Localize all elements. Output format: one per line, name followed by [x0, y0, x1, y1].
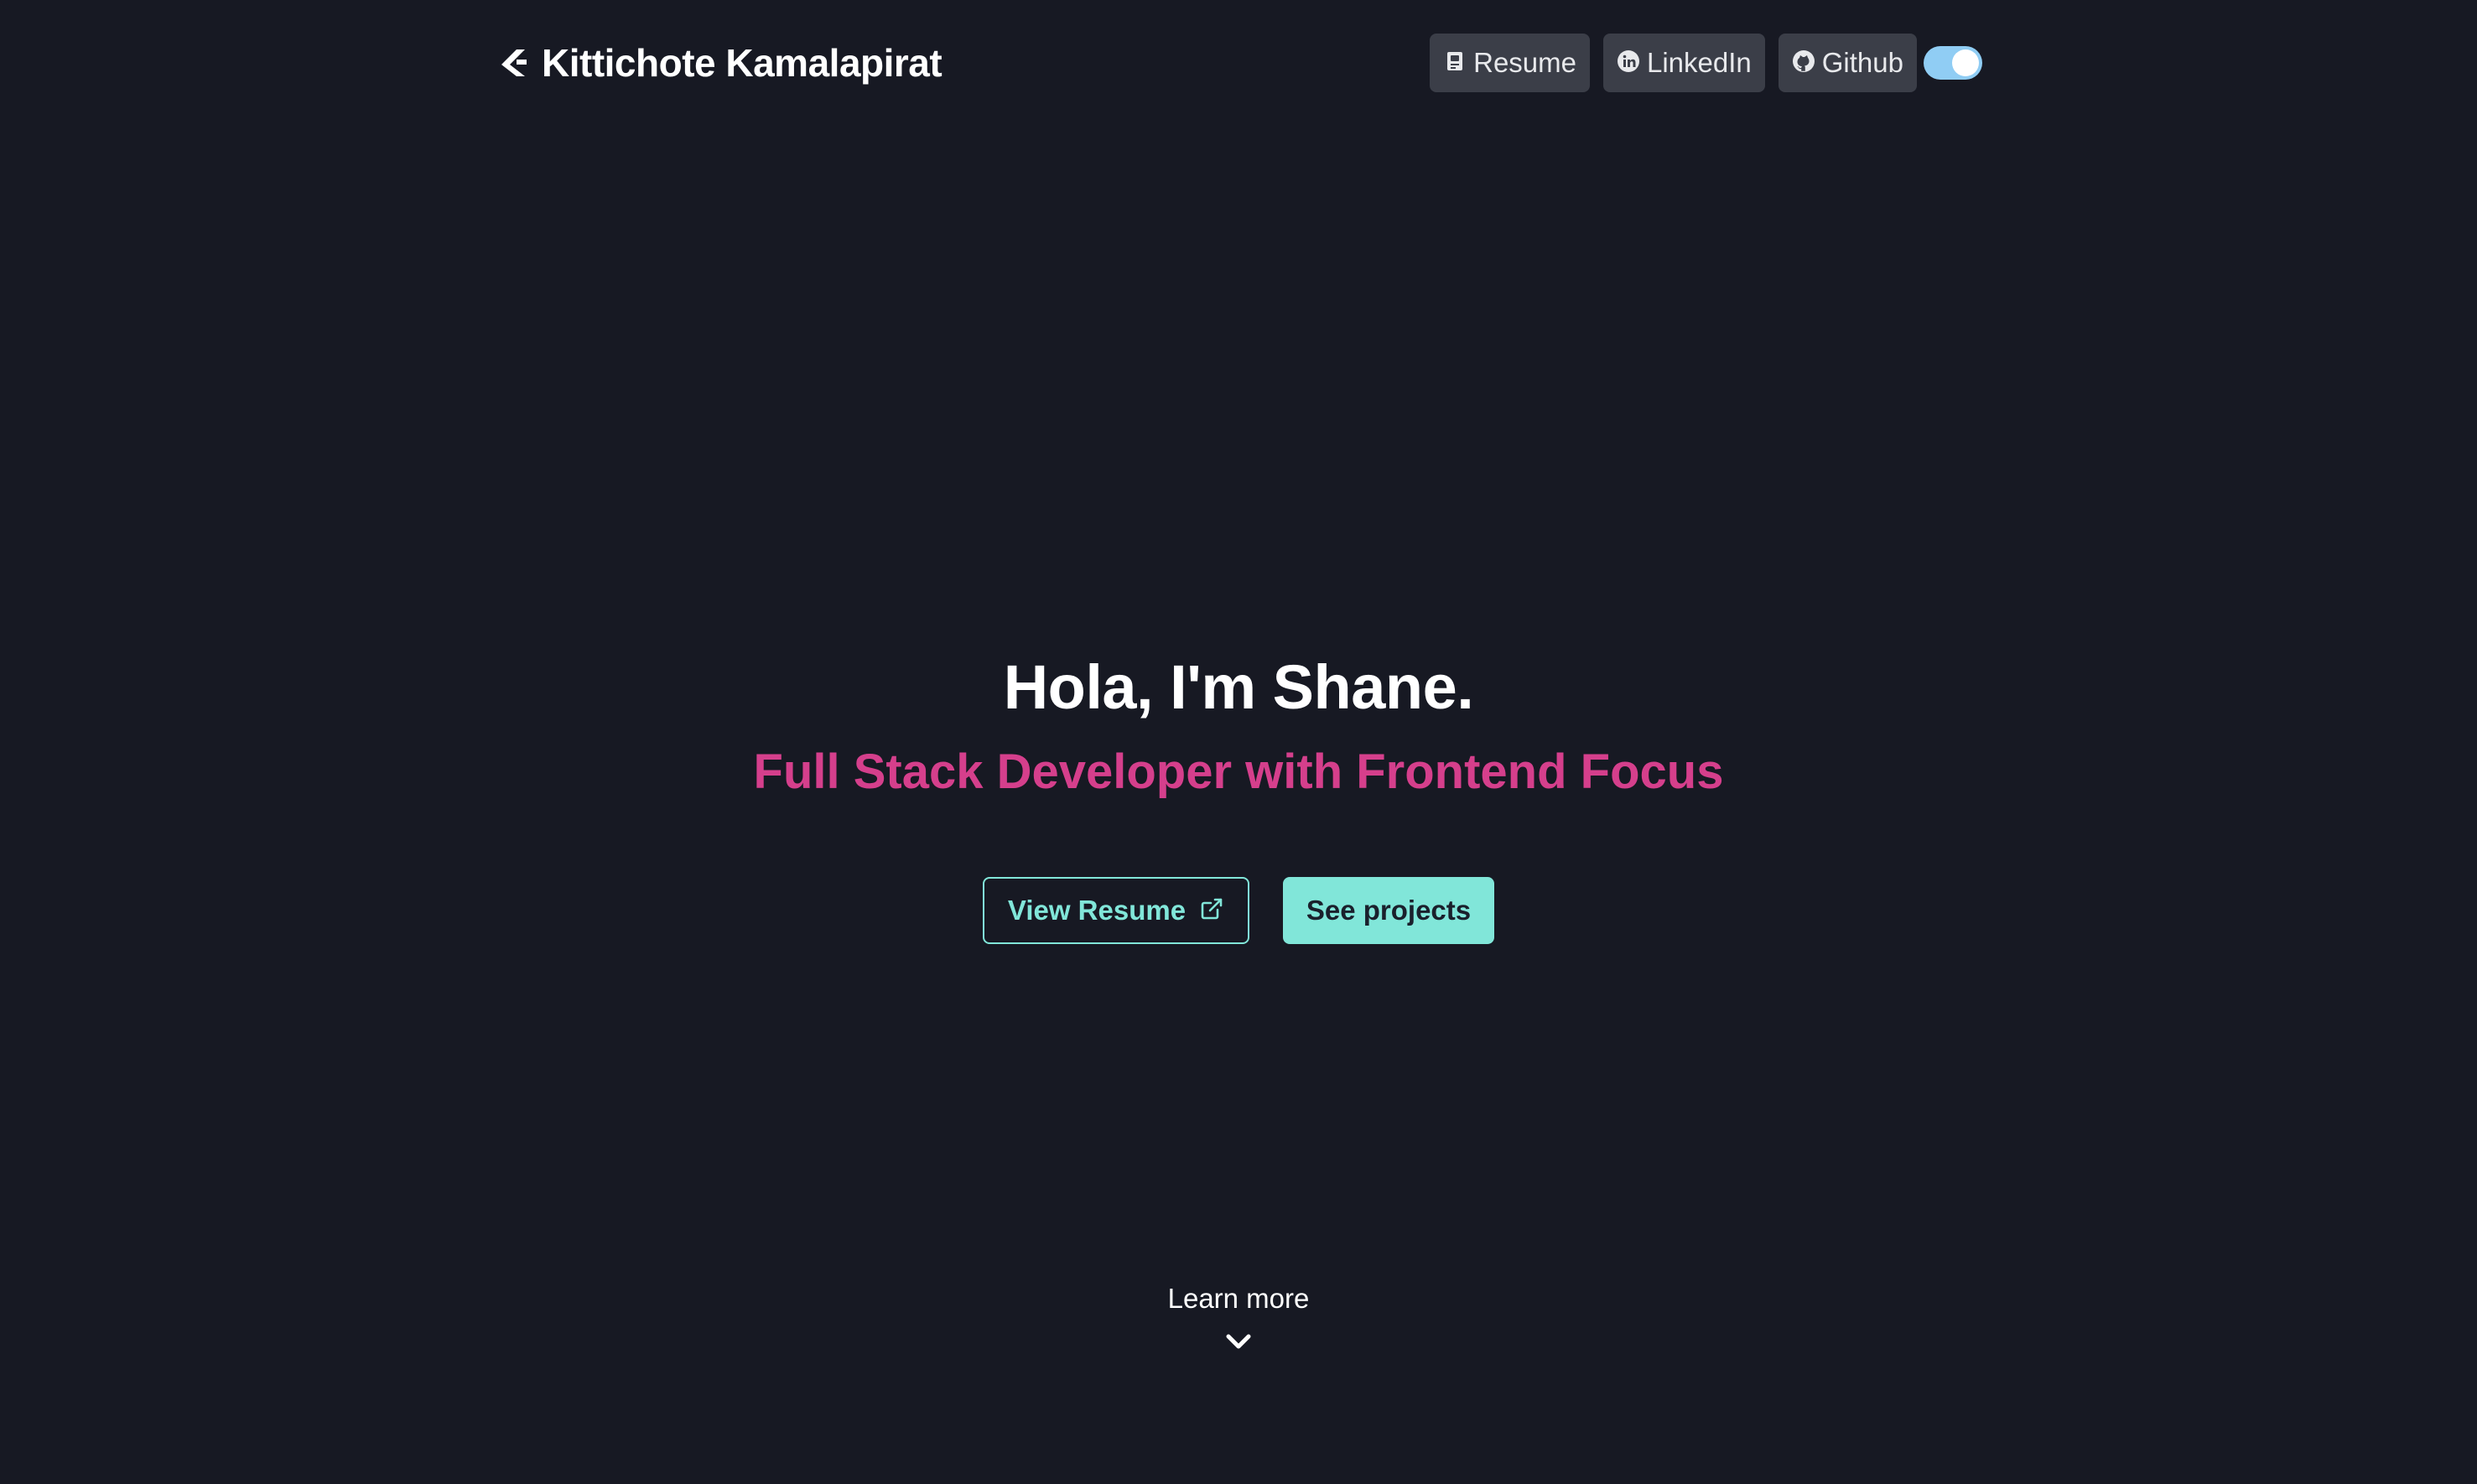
- hero-subtitle: Full Stack Developer with Frontend Focus: [753, 745, 1724, 799]
- external-link-icon: [1199, 896, 1224, 926]
- theme-toggle[interactable]: [1924, 46, 1982, 80]
- view-resume-button[interactable]: View Resume: [983, 877, 1249, 944]
- resume-nav-label: Resume: [1473, 47, 1576, 78]
- github-nav-label: Github: [1821, 47, 1903, 78]
- github-nav-button[interactable]: Github: [1778, 34, 1917, 92]
- hero-actions: View Resume See projects: [0, 877, 2477, 944]
- github-icon: [1792, 49, 1815, 77]
- linkedin-icon: [1617, 49, 1640, 77]
- toggle-knob: [1952, 49, 1979, 76]
- linkedin-nav-button[interactable]: LinkedIn: [1603, 34, 1765, 92]
- hero-title: Hola, I'm Shane.: [1003, 652, 1474, 722]
- see-projects-button[interactable]: See projects: [1283, 877, 1494, 944]
- view-resume-label: View Resume: [1007, 895, 1187, 926]
- resume-nav-button[interactable]: Resume: [1430, 34, 1590, 92]
- learn-more-label: Learn more: [1167, 1283, 1310, 1314]
- chevron-logo-icon: [496, 46, 530, 80]
- page: Kittichote Kamalapirat Resume LinkedIn G…: [0, 0, 2477, 1484]
- hero: Hola, I'm Shane. Full Stack Developer wi…: [0, 646, 2477, 810]
- brand-name: Kittichote Kamalapirat: [542, 41, 943, 85]
- see-projects-label: See projects: [1306, 895, 1472, 926]
- chevron-down-icon: [1222, 1318, 1255, 1362]
- header: Kittichote Kamalapirat Resume LinkedIn G…: [496, 34, 1982, 92]
- linkedin-nav-label: LinkedIn: [1647, 47, 1752, 78]
- nav: Resume LinkedIn Github: [1430, 34, 1982, 92]
- learn-more-link[interactable]: Learn more: [0, 1279, 2477, 1362]
- brand[interactable]: Kittichote Kamalapirat: [496, 40, 943, 86]
- document-icon: [1443, 49, 1467, 77]
